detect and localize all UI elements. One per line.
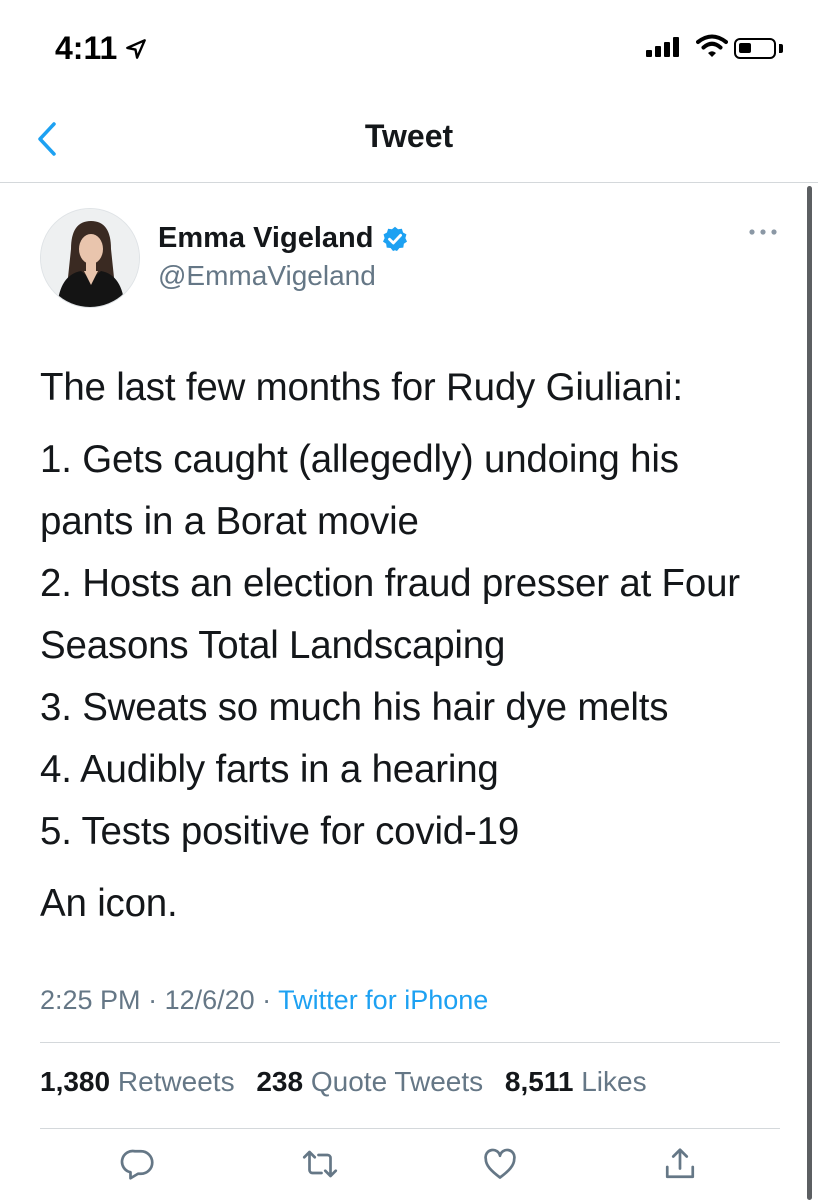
divider bbox=[40, 1128, 780, 1129]
battery-cap bbox=[779, 44, 783, 53]
likes-label: Likes bbox=[581, 1066, 647, 1097]
avatar[interactable] bbox=[40, 208, 140, 308]
quote-tweets-label: Quote Tweets bbox=[310, 1066, 484, 1097]
tweet-text: The last few months for Rudy Giuliani: 1… bbox=[40, 357, 780, 935]
tweet-list-item-2: 2. Hosts an election fraud presser at Fo… bbox=[40, 562, 740, 667]
tweet-list-item-5: 5. Tests positive for covid-19 bbox=[40, 810, 520, 853]
tweet-source-link[interactable]: Twitter for iPhone bbox=[278, 985, 488, 1015]
tweet-metadata: 2:25 PM · 12/6/20 · Twitter for iPhone bbox=[40, 985, 488, 1016]
like-icon[interactable] bbox=[482, 1146, 518, 1182]
author-display-name[interactable]: Emma Vigeland bbox=[158, 222, 373, 255]
likes-stat[interactable]: 8,511 Likes bbox=[505, 1066, 647, 1097]
tweet-date: 12/6/20 bbox=[164, 985, 255, 1015]
tweet-list-item-4: 4. Audibly farts in a hearing bbox=[40, 748, 499, 791]
meta-separator: · bbox=[140, 985, 165, 1015]
status-time: 4:11 bbox=[55, 30, 118, 66]
retweets-label: Retweets bbox=[117, 1066, 235, 1097]
location-arrow-icon bbox=[126, 39, 146, 59]
reply-icon[interactable] bbox=[120, 1146, 156, 1182]
tweet-list-item-1: 1. Gets caught (allegedly) undoing his p… bbox=[40, 438, 679, 543]
retweets-stat[interactable]: 1,380 Retweets bbox=[40, 1066, 235, 1097]
verified-badge-icon bbox=[383, 226, 408, 251]
cellular-signal-icon bbox=[646, 37, 679, 57]
tweet-list-item-3: 3. Sweats so much his hair dye melts bbox=[40, 686, 669, 729]
tweet-time: 2:25 PM bbox=[40, 985, 141, 1015]
tweet-closing: An icon. bbox=[40, 882, 178, 925]
page-title: Tweet bbox=[364, 118, 454, 154]
author-name-row[interactable]: Emma Vigeland bbox=[158, 222, 409, 255]
tweet-intro: The last few months for Rudy Giuliani: bbox=[40, 366, 683, 409]
quote-tweets-count: 238 bbox=[256, 1066, 304, 1097]
retweet-icon[interactable] bbox=[302, 1146, 338, 1182]
wifi-icon bbox=[696, 34, 728, 57]
likes-count: 8,511 bbox=[504, 1066, 574, 1097]
meta-separator: · bbox=[254, 985, 279, 1015]
retweets-count: 1,380 bbox=[40, 1066, 111, 1097]
nav-divider bbox=[0, 182, 818, 183]
scrollbar[interactable] bbox=[807, 186, 812, 1200]
author-handle[interactable]: @EmmaVigeland bbox=[158, 260, 376, 292]
battery-icon bbox=[734, 38, 776, 59]
tweet-stats: 1,380 Retweets 238 Quote Tweets 8,511 Li… bbox=[40, 1066, 661, 1098]
divider bbox=[40, 1042, 780, 1043]
avatar-portrait bbox=[41, 209, 139, 307]
quote-tweets-stat[interactable]: 238 Quote Tweets bbox=[256, 1066, 483, 1097]
share-icon[interactable] bbox=[662, 1146, 698, 1182]
more-options-icon[interactable] bbox=[748, 226, 778, 238]
